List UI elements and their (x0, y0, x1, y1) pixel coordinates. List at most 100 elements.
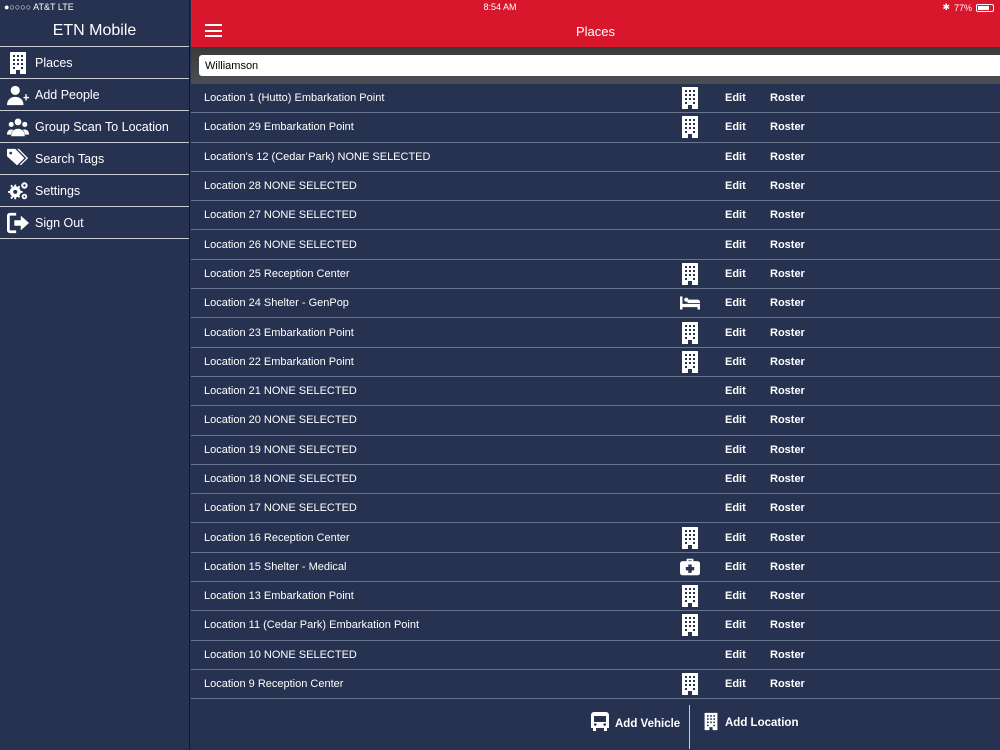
sidebar-item-search-tags[interactable]: Search Tags (0, 143, 189, 175)
roster-button[interactable]: Roster (770, 619, 805, 631)
edit-button[interactable]: Edit (725, 561, 746, 573)
sidebar-item-group-scan[interactable]: Group Scan To Location (0, 111, 189, 143)
place-name: Location 19 NONE SELECTED (204, 443, 357, 456)
table-row[interactable]: Location 9 Reception Center Edit Roster (191, 670, 1000, 699)
place-name: Location 23 Embarkation Point (204, 326, 354, 339)
place-name: Location 25 Reception Center (204, 267, 350, 280)
table-row[interactable]: Location 22 Embarkation Point Edit Roster (191, 348, 1000, 377)
table-row[interactable]: Location 13 Embarkation Point Edit Roster (191, 582, 1000, 612)
search-input[interactable] (199, 55, 1000, 76)
roster-button[interactable]: Roster (770, 180, 805, 192)
roster-button[interactable]: Roster (770, 151, 805, 163)
edit-button[interactable]: Edit (725, 239, 746, 251)
edit-button[interactable]: Edit (725, 92, 746, 104)
edit-button[interactable]: Edit (725, 444, 746, 456)
battery-percent: 77% (953, 2, 972, 13)
edit-button[interactable]: Edit (725, 151, 746, 163)
place-name: Location 21 NONE SELECTED (204, 385, 357, 398)
place-name: Location 9 Reception Center (204, 678, 344, 691)
edit-button[interactable]: Edit (725, 209, 746, 221)
roster-button[interactable]: Roster (770, 327, 805, 339)
building-icon (679, 86, 701, 110)
place-name: Location 27 NONE SELECTED (204, 209, 357, 222)
status-right: ✱ 77% (942, 2, 994, 13)
table-row[interactable]: Location's 12 (Cedar Park) NONE SELECTED… (191, 143, 1000, 172)
table-row[interactable]: Location 28 NONE SELECTED Edit Roster (191, 172, 1000, 202)
roster-button[interactable]: Roster (770, 356, 805, 368)
sidebar-item-label: Group Scan To Location (35, 119, 169, 134)
table-row[interactable]: Location 10 NONE SELECTED Edit Roster (191, 641, 1000, 670)
edit-button[interactable]: Edit (725, 268, 746, 280)
sidebar-item-settings[interactable]: Settings (0, 175, 189, 207)
table-row[interactable]: Location 11 (Cedar Park) Embarkation Poi… (191, 611, 1000, 641)
edit-button[interactable]: Edit (725, 297, 746, 309)
sidebar-item-places[interactable]: Places (0, 47, 189, 79)
sidebar-item-label: Places (35, 55, 73, 70)
table-row[interactable]: Location 24 Shelter - GenPop Edit Roster (191, 289, 1000, 319)
edit-button[interactable]: Edit (725, 385, 746, 397)
edit-button[interactable]: Edit (725, 619, 746, 631)
place-name: Location 11 (Cedar Park) Embarkation Poi… (204, 619, 420, 632)
add-user-icon (6, 83, 30, 107)
edit-button[interactable]: Edit (725, 327, 746, 339)
roster-button[interactable]: Roster (770, 649, 805, 661)
table-row[interactable]: Location 26 NONE SELECTED Edit Roster (191, 230, 1000, 260)
roster-button[interactable]: Roster (770, 473, 805, 485)
roster-button[interactable]: Roster (770, 532, 805, 544)
edit-button[interactable]: Edit (725, 180, 746, 192)
place-name: Location 10 NONE SELECTED (204, 648, 357, 661)
roster-button[interactable]: Roster (770, 239, 805, 251)
table-row[interactable]: Location 29 Embarkation Point Edit Roster (191, 113, 1000, 143)
edit-button[interactable]: Edit (725, 502, 746, 514)
place-name: Location 20 NONE SELECTED (204, 414, 357, 427)
table-row[interactable]: Location 21 NONE SELECTED Edit Roster (191, 377, 1000, 407)
edit-button[interactable]: Edit (725, 121, 746, 133)
roster-button[interactable]: Roster (770, 561, 805, 573)
sidebar-item-add-people[interactable]: Add People (0, 79, 189, 111)
main-panel: Places Location 1 (Hutto) Embarkation Po… (191, 0, 1000, 750)
roster-button[interactable]: Roster (770, 678, 805, 690)
edit-button[interactable]: Edit (725, 473, 746, 485)
bus-icon (591, 712, 615, 735)
table-row[interactable]: Location 25 Reception Center Edit Roster (191, 260, 1000, 290)
place-name: Location 16 Reception Center (204, 531, 350, 544)
roster-button[interactable]: Roster (770, 297, 805, 309)
roster-button[interactable]: Roster (770, 385, 805, 397)
table-row[interactable]: Location 23 Embarkation Point Edit Roster (191, 318, 1000, 348)
place-name: Location 1 (Hutto) Embarkation Point (204, 92, 385, 105)
roster-button[interactable]: Roster (770, 590, 805, 602)
table-row[interactable]: Location 16 Reception Center Edit Roster (191, 523, 1000, 553)
battery-icon (976, 3, 994, 12)
roster-button[interactable]: Roster (770, 268, 805, 280)
sidebar-item-label: Search Tags (35, 151, 105, 166)
edit-button[interactable]: Edit (725, 356, 746, 368)
add-location-label: Add Location (725, 717, 799, 729)
building-icon (679, 526, 701, 550)
roster-button[interactable]: Roster (770, 121, 805, 133)
sidebar-item-sign-out[interactable]: Sign Out (0, 207, 189, 239)
table-row[interactable]: Location 15 Shelter - Medical Edit Roster (191, 553, 1000, 583)
bluetooth-icon: ✱ (942, 2, 950, 12)
table-row[interactable]: Location 27 NONE SELECTED Edit Roster (191, 201, 1000, 231)
table-row[interactable]: Location 17 NONE SELECTED Edit Roster (191, 494, 1000, 524)
roster-button[interactable]: Roster (770, 414, 805, 426)
edit-button[interactable]: Edit (725, 649, 746, 661)
roster-button[interactable]: Roster (770, 502, 805, 514)
edit-button[interactable]: Edit (725, 678, 746, 690)
edit-button[interactable]: Edit (725, 532, 746, 544)
roster-button[interactable]: Roster (770, 209, 805, 221)
place-name: Location 13 Embarkation Point (204, 590, 354, 603)
add-location-button[interactable]: Add Location (703, 712, 798, 734)
table-row[interactable]: Location 1 (Hutto) Embarkation Point Edit… (191, 84, 1000, 114)
roster-button[interactable]: Roster (770, 92, 805, 104)
edit-button[interactable]: Edit (725, 414, 746, 426)
table-row[interactable]: Location 19 NONE SELECTED Edit Roster (191, 436, 1000, 465)
sidebar-item-label: Settings (35, 183, 81, 198)
roster-button[interactable]: Roster (770, 444, 805, 456)
table-row[interactable]: Location 20 NONE SELECTED Edit Roster (191, 406, 1000, 436)
table-row[interactable]: Location 18 NONE SELECTED Edit Roster (191, 465, 1000, 495)
edit-button[interactable]: Edit (725, 590, 746, 602)
add-vehicle-button[interactable]: Add Vehicle (591, 712, 680, 735)
search-bar (191, 47, 1000, 84)
building-icon (679, 613, 701, 637)
